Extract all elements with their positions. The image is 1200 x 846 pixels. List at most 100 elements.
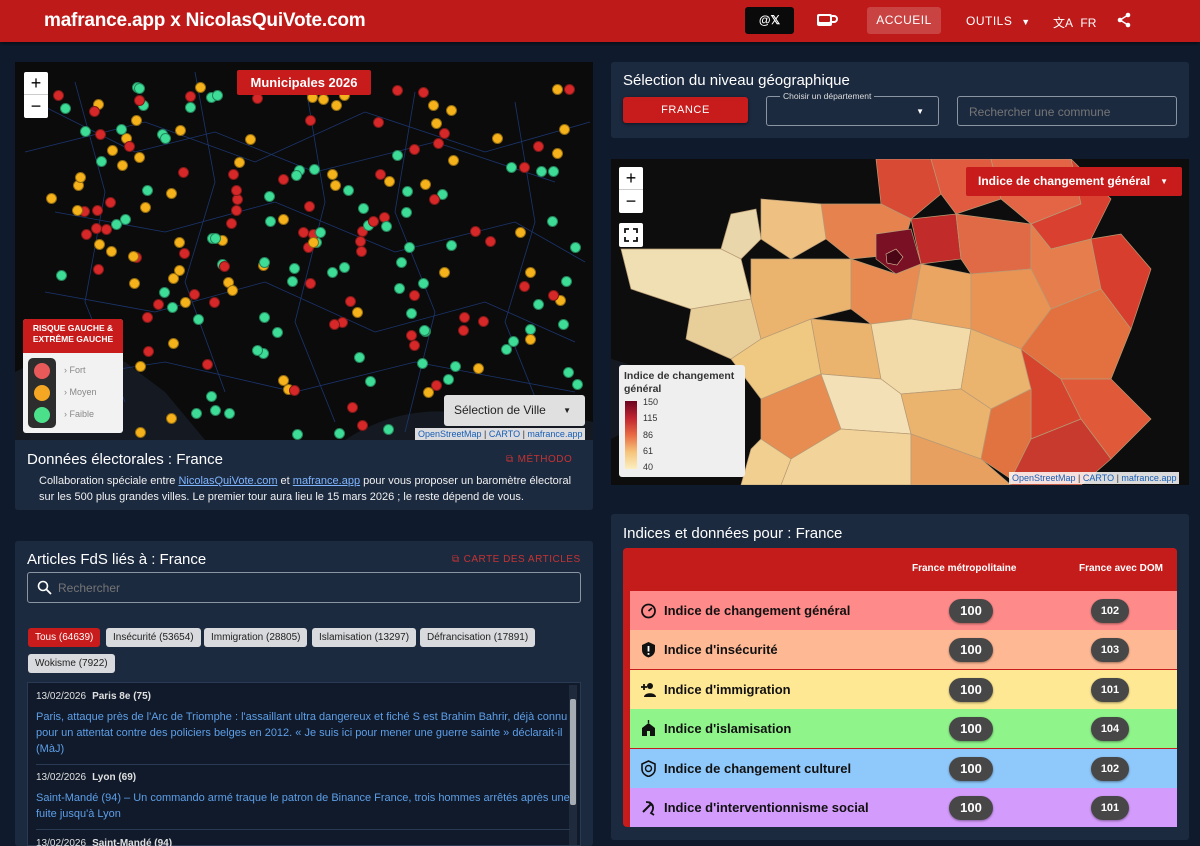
city-marker[interactable] [135,360,147,372]
city-marker[interactable] [315,226,327,238]
city-marker[interactable] [458,324,470,336]
city-marker[interactable] [382,423,394,435]
city-marker[interactable] [518,280,530,292]
city-marker[interactable] [380,220,392,232]
city-marker[interactable] [210,404,222,416]
city-marker[interactable] [449,360,461,372]
city-marker[interactable] [52,90,64,102]
city-marker[interactable] [305,114,317,126]
city-marker[interactable] [438,266,450,278]
chip-insecurity[interactable]: Insécurité (53654) [106,628,201,647]
zoom-in-button[interactable]: + [619,167,643,190]
city-marker[interactable] [75,171,87,183]
city-marker[interactable] [93,238,105,250]
city-marker[interactable] [402,185,414,197]
city-marker[interactable] [525,266,537,278]
language-selector[interactable]: 文A FR [1053,14,1096,31]
index-row[interactable]: Indice de changement général 100 102 [627,591,1177,630]
nicolasquivote-link[interactable]: NicolasQuiVote.com [178,475,277,487]
city-marker[interactable] [532,140,544,152]
city-marker[interactable] [391,84,403,96]
city-marker[interactable] [45,192,57,204]
city-marker[interactable] [166,301,178,313]
city-marker[interactable] [191,407,203,419]
city-marker[interactable] [417,277,429,289]
city-marker[interactable] [224,407,236,419]
city-marker[interactable] [525,323,537,335]
city-marker[interactable] [563,367,574,379]
index-row[interactable]: Indice d'insécurité 100 103 [627,630,1177,670]
city-marker[interactable] [430,118,442,130]
city-marker[interactable] [289,384,301,396]
city-marker[interactable] [364,376,376,388]
city-marker[interactable] [211,89,223,101]
list-item[interactable]: 13/02/2026 Saint-Mandé (94) [36,838,570,846]
city-marker[interactable] [286,275,298,287]
list-item[interactable]: 13/02/2026 Paris 8e (75) Paris, attaque p… [36,691,570,765]
article-title[interactable]: Saint-Mandé (94) – Un commando armé traq… [36,790,570,822]
city-marker[interactable] [569,241,581,253]
city-marker[interactable] [417,357,429,369]
zoom-in-button[interactable]: + [24,72,48,95]
articles-map-link[interactable]: ⧉ CARTE DES ARTICLES [452,554,581,565]
attribution-carto[interactable]: CARTO [489,429,520,439]
city-marker[interactable] [231,204,243,216]
list-item[interactable]: 13/02/2026 Lyon (69) Saint-Mandé (94) – U… [36,772,570,830]
methodology-link[interactable]: ⧉ MÉTHODO [506,454,572,465]
city-marker[interactable] [551,148,563,160]
city-marker[interactable] [447,155,459,167]
city-marker[interactable] [128,278,140,290]
index-row[interactable]: Indice d'immigration 100 101 [627,669,1177,709]
city-marker[interactable] [227,168,239,180]
share-icon[interactable] [1116,12,1132,28]
city-marker[interactable] [116,123,128,135]
article-title[interactable]: Paris, attaque près de l'Arc de Triomphe… [36,709,570,757]
attribution-mafrance[interactable]: mafrance.app [1121,473,1176,483]
city-marker[interactable] [152,299,164,311]
city-marker[interactable] [484,236,496,248]
x-account-button[interactable]: @𝕏 [745,7,794,34]
city-marker[interactable] [344,295,356,307]
city-marker[interactable] [92,263,104,275]
commune-search[interactable] [957,96,1177,126]
index-row[interactable]: Indice d'islamisation 100 104 [627,709,1177,749]
city-marker[interactable] [59,103,71,115]
city-marker[interactable] [303,200,315,212]
index-row[interactable]: Indice de changement culturel 100 102 [627,748,1177,788]
city-marker[interactable] [142,346,154,358]
city-marker[interactable] [408,340,420,352]
city-marker[interactable] [81,228,93,240]
chip-immigration[interactable]: Immigration (28805) [204,628,308,647]
city-marker[interactable] [347,401,359,413]
nav-home-button[interactable]: ACCUEIL [867,7,941,34]
city-marker[interactable] [201,358,213,370]
chip-wokisme[interactable]: Wokisme (7922) [28,654,115,673]
chip-islamisation[interactable]: Islamisation (13297) [312,628,417,647]
city-marker[interactable] [130,115,142,127]
chip-all[interactable]: Tous (64639) [28,628,101,647]
city-marker[interactable] [277,214,289,226]
city-marker[interactable] [166,187,178,199]
city-marker[interactable] [547,166,559,177]
city-marker[interactable] [357,202,369,214]
city-select[interactable]: Sélection de Ville ▼ [444,395,585,426]
index-map[interactable]: + − Indice de changement général ▼ Indic… [611,159,1189,485]
cities-map[interactable]: + − Municipales 2026 RISQUE GAUCHE & EXT… [15,62,593,440]
city-marker[interactable] [491,132,503,144]
city-marker[interactable] [353,351,365,363]
city-marker[interactable] [225,217,237,229]
nav-tools-menu[interactable]: OUTILS ▼ [966,14,1031,28]
city-marker[interactable] [173,264,185,276]
city-marker[interactable] [133,83,145,95]
city-marker[interactable] [159,132,171,144]
city-marker[interactable] [123,140,135,152]
commune-search-input[interactable] [969,103,1169,120]
city-marker[interactable] [477,316,489,328]
city-marker[interactable] [288,262,300,274]
france-button[interactable]: FRANCE [623,97,748,123]
city-marker[interactable] [560,276,572,288]
city-marker[interactable] [326,168,338,180]
attribution-carto[interactable]: CARTO [1083,473,1114,483]
city-marker[interactable] [392,149,404,161]
city-marker[interactable] [445,239,457,251]
